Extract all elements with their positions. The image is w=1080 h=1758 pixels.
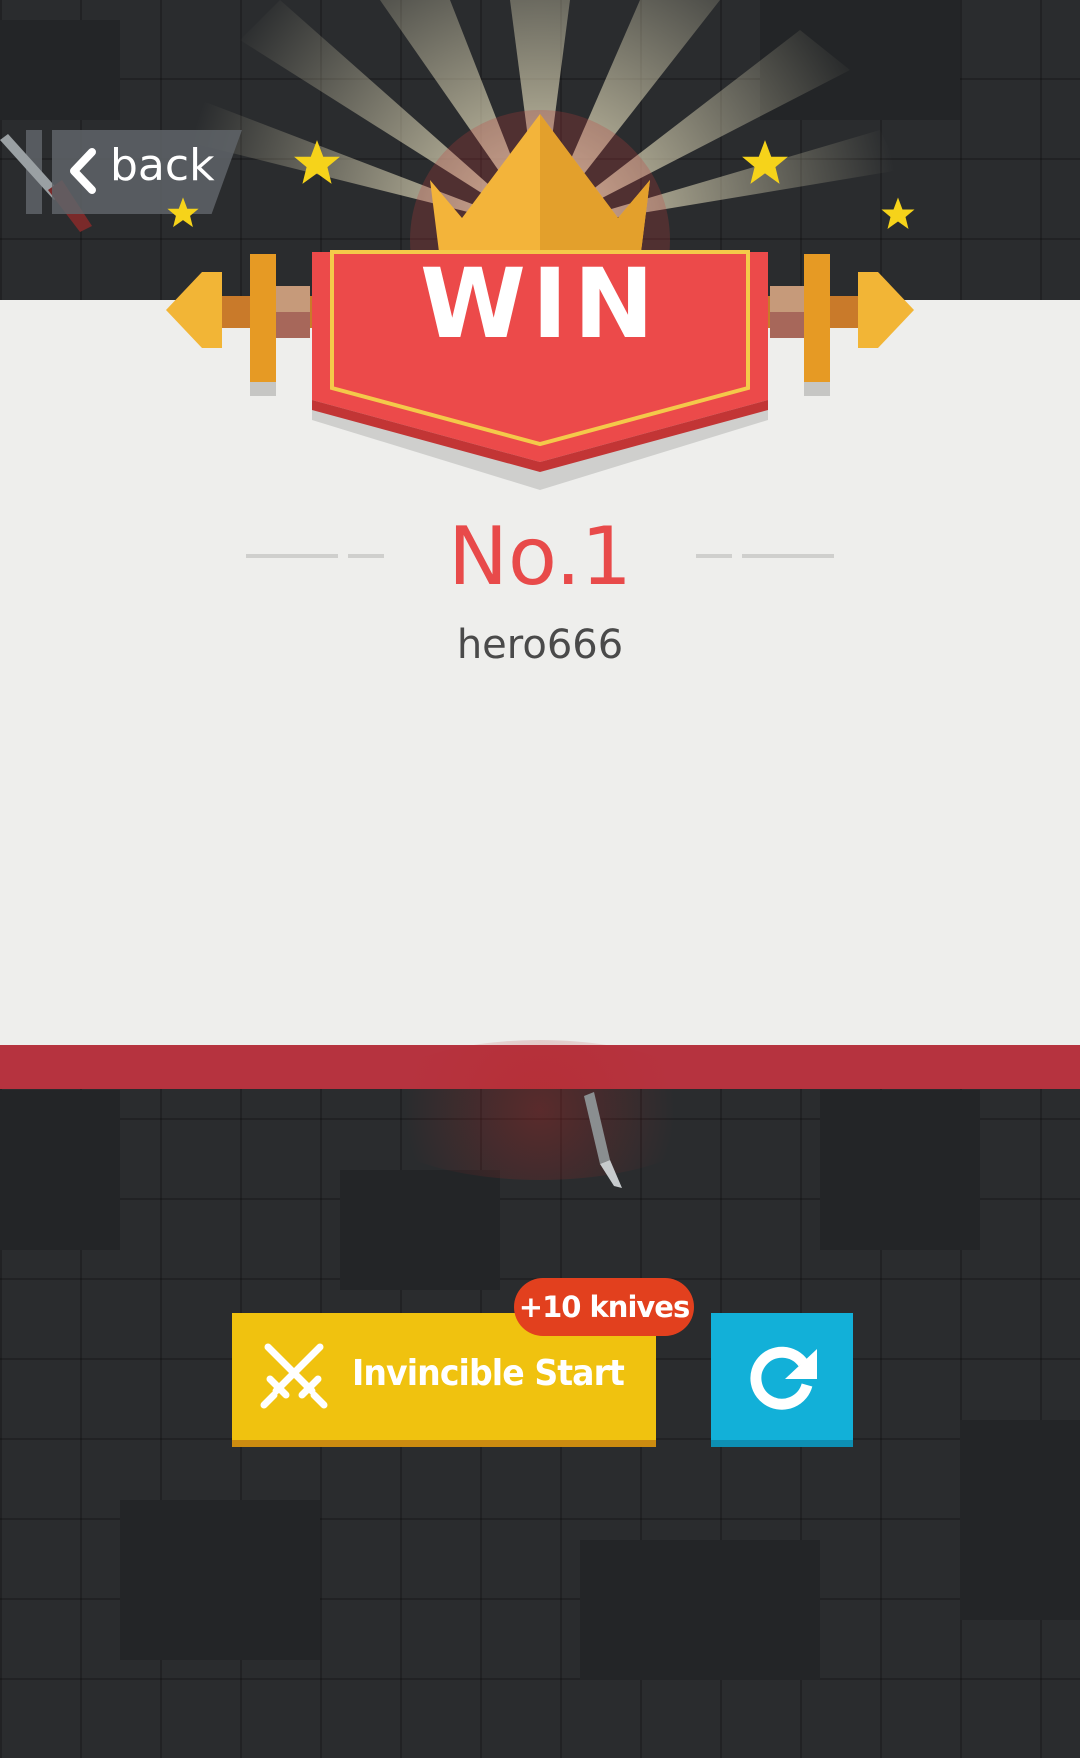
rank-label: No.1 bbox=[448, 510, 632, 603]
background-tile bbox=[960, 1420, 1080, 1620]
crossed-swords-icon bbox=[260, 1343, 328, 1409]
divider-left bbox=[246, 554, 338, 558]
player-name: hero666 bbox=[456, 622, 624, 668]
invincible-start-label: Invincible Start bbox=[352, 1353, 625, 1394]
divider-right bbox=[742, 554, 834, 558]
background-tile bbox=[580, 1540, 820, 1680]
background-tile bbox=[120, 1500, 320, 1660]
background-tile bbox=[820, 1090, 980, 1250]
restart-button[interactable] bbox=[711, 1313, 853, 1447]
knife-icon bbox=[584, 1092, 622, 1188]
chevron-left-icon bbox=[70, 148, 96, 194]
bonus-knives-badge: +10 knives bbox=[514, 1278, 694, 1336]
background-tile bbox=[0, 1090, 120, 1250]
background-tile bbox=[340, 1170, 500, 1290]
restart-arrow-icon bbox=[750, 1346, 817, 1410]
background-glow bbox=[360, 1040, 720, 1180]
divider-right-dash bbox=[696, 554, 732, 558]
win-text: WIN bbox=[420, 248, 660, 360]
